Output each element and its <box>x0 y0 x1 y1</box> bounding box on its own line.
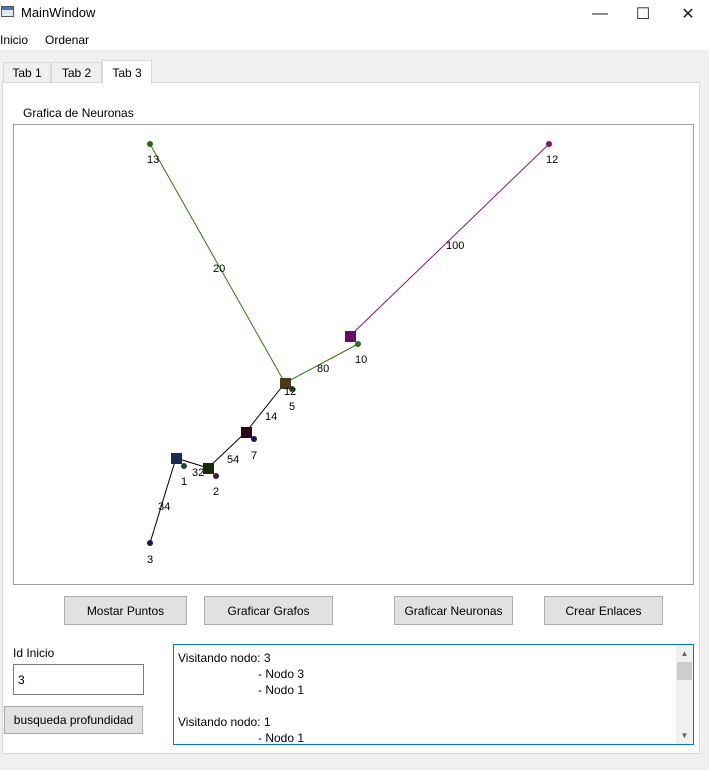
edge-weight-label: 14 <box>265 411 277 423</box>
menu-ordenar[interactable]: Ordenar <box>45 33 89 47</box>
node-label: 3 <box>147 554 153 566</box>
output-textbox[interactable]: Visitando nodo: 3 - Nodo 3 - Nodo 1 Visi… <box>173 644 694 745</box>
edge-weight-label: 54 <box>227 454 239 466</box>
edge-weight-label: 80 <box>317 363 329 375</box>
node-label: 7 <box>251 450 257 462</box>
node-dot <box>213 473 219 479</box>
window-title: MainWindow <box>21 5 96 20</box>
title-bar: MainWindow — ☐ ✕ <box>0 0 709 28</box>
maximize-icon: ☐ <box>635 6 651 23</box>
crear-enlaces-button[interactable]: Crear Enlaces <box>544 596 663 625</box>
node-label: 5 <box>289 401 295 413</box>
tab-1[interactable]: Tab 1 <box>3 62 51 83</box>
scroll-down-icon[interactable]: ▼ <box>676 727 693 744</box>
node-dot <box>147 141 153 147</box>
node-dot <box>181 463 187 469</box>
graficar-neuronas-button[interactable]: Graficar Neuronas <box>394 596 513 625</box>
graph-svg: 20 100 80 14 54 32 34 13 12 10 12 5 7 2 … <box>147 141 558 566</box>
node-label: 13 <box>147 154 159 166</box>
graph-panel-title: Grafica de Neuronas <box>23 106 134 120</box>
maximize-button[interactable]: ☐ <box>620 0 666 28</box>
node-label: 1 <box>181 476 187 488</box>
neuron-square <box>241 427 252 438</box>
output-scrollbar[interactable]: ▲ ▼ <box>676 645 693 744</box>
node-dot <box>147 540 153 546</box>
neuron-square <box>171 453 182 464</box>
graficar-grafos-button[interactable]: Graficar Grafos <box>204 596 333 625</box>
status-bar <box>0 754 709 770</box>
tab-3[interactable]: Tab 3 <box>102 60 152 84</box>
menu-inicio[interactable]: Inicio <box>0 33 28 47</box>
node-label: 10 <box>355 354 367 366</box>
tab-2[interactable]: Tab 2 <box>51 62 102 83</box>
node-dot <box>251 436 257 442</box>
edge-weight-label: 100 <box>446 240 464 252</box>
id-inicio-label: Id Inicio <box>13 646 55 660</box>
menu-bar: Inicio Ordenar <box>0 28 709 50</box>
edge-weight-label: 32 <box>192 467 204 479</box>
close-icon: ✕ <box>681 6 695 23</box>
node-label: 12 <box>284 386 296 398</box>
close-button[interactable]: ✕ <box>665 0 709 28</box>
scroll-up-icon[interactable]: ▲ <box>676 645 693 662</box>
edge-weight-label: 20 <box>213 263 225 275</box>
scroll-thumb[interactable] <box>677 662 692 680</box>
node-dot <box>355 341 361 347</box>
node-label: 2 <box>213 486 219 498</box>
output-text: Visitando nodo: 3 - Nodo 3 - Nodo 1 Visi… <box>178 651 305 745</box>
neuron-square <box>203 463 214 474</box>
neuron-square <box>345 331 356 342</box>
graph-canvas[interactable]: 20 100 80 14 54 32 34 13 12 10 12 5 7 2 … <box>13 124 694 585</box>
app-window-icon <box>1 6 14 17</box>
mostrar-puntos-button[interactable]: Mostar Puntos <box>64 596 187 625</box>
node-label: 12 <box>546 154 558 166</box>
node-dot <box>546 141 552 147</box>
busqueda-profundidad-button[interactable]: busqueda profundidad <box>4 706 143 734</box>
id-inicio-input[interactable] <box>13 664 144 695</box>
edge-weight-label: 34 <box>158 501 170 513</box>
minimize-icon: — <box>592 5 608 22</box>
edge-5-7 <box>245 382 286 433</box>
minimize-button[interactable]: — <box>577 0 623 28</box>
